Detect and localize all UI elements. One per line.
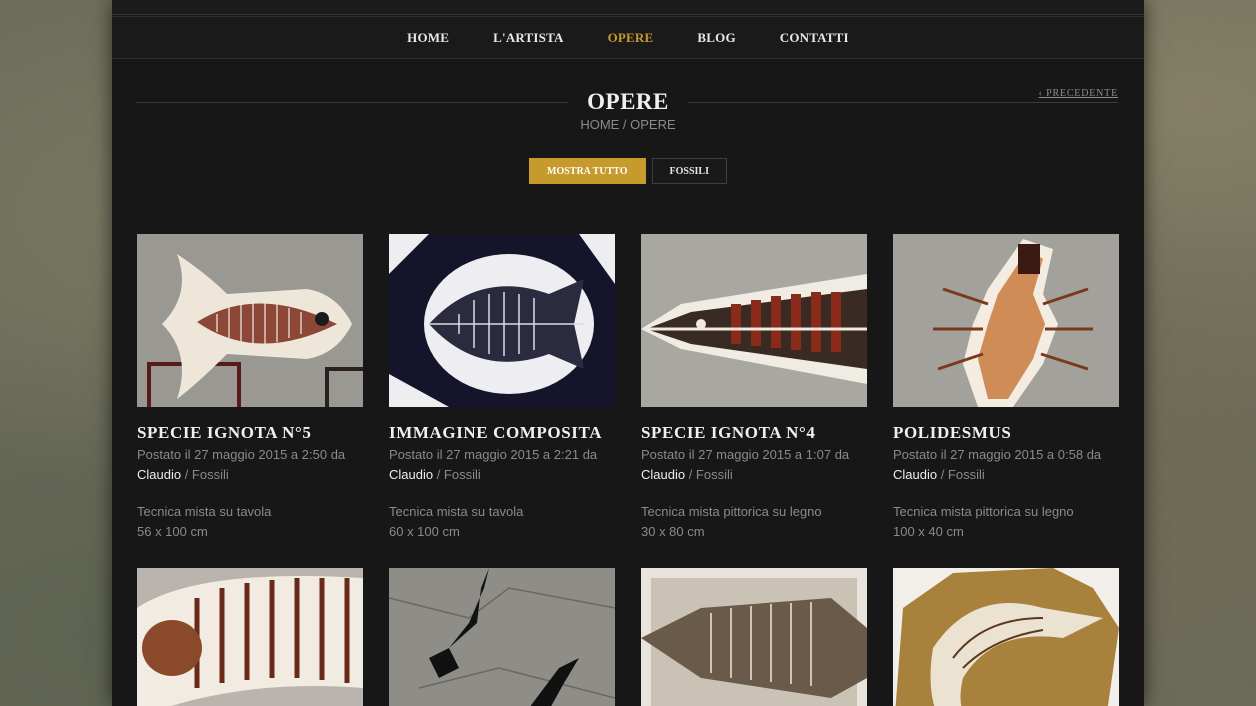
nav-item-opere[interactable]: OPERE (586, 30, 676, 46)
work-technique: Tecnica mista pittorica su legno (893, 504, 1074, 519)
work-thumbnail[interactable] (893, 568, 1119, 706)
work-title[interactable]: SPECIE IGNOTA N°4 (641, 423, 867, 443)
portfolio-filters: MOSTRA TUTTO FOSSILI (112, 158, 1144, 184)
work-technique: Tecnica mista pittorica su legno (641, 504, 822, 519)
nav-item-artista[interactable]: L'ARTISTA (471, 30, 585, 46)
work-technique: Tecnica mista su tavola (389, 504, 524, 519)
work-author-link[interactable]: Claudio (893, 467, 937, 482)
fossil-fish-plate-artwork-image (641, 568, 867, 706)
work-thumbnail[interactable] (893, 234, 1119, 407)
work-posted-date: Postato il 27 maggio 2015 a 2:21 da (389, 447, 598, 462)
previous-link[interactable]: ‹ PRECEDENTE (1039, 88, 1118, 99)
work-size: 100 x 40 cm (893, 524, 964, 539)
work-posted-date: Postato il 27 maggio 2015 a 2:50 da (137, 447, 346, 462)
work-author-link[interactable]: Claudio (137, 467, 181, 482)
work-size: 30 x 80 cm (641, 524, 705, 539)
work-thumbnail[interactable] (137, 568, 363, 706)
centipede-artwork-image (893, 234, 1119, 407)
work-category[interactable]: / Fossili (433, 467, 481, 482)
page-container: HOME L'ARTISTA OPERE BLOG CONTATTI OPERE… (112, 0, 1144, 706)
skeleton-fish-artwork-image (389, 234, 615, 407)
work-meta: Postato il 27 maggio 2015 a 0:58 da Clau… (893, 445, 1119, 485)
work-card: IMMAGINE COMPOSITA Postato il 27 maggio … (389, 234, 615, 542)
work-author-link[interactable]: Claudio (641, 467, 685, 482)
work-title[interactable]: IMMAGINE COMPOSITA (389, 423, 615, 443)
work-card: POLIDESMUS Postato il 27 maggio 2015 a 0… (893, 234, 1119, 542)
work-meta: Postato il 27 maggio 2015 a 2:50 da Clau… (137, 445, 363, 485)
work-posted-date: Postato il 27 maggio 2015 a 0:58 da (893, 447, 1102, 462)
filter-show-all-button[interactable]: MOSTRA TUTTO (529, 158, 646, 184)
reptile-fossil-artwork-image (893, 568, 1119, 706)
filter-fossils-button[interactable]: FOSSILI (651, 158, 727, 184)
work-thumbnail[interactable] (641, 234, 867, 407)
work-category[interactable]: / Fossili (937, 467, 985, 482)
work-size: 60 x 100 cm (389, 524, 460, 539)
work-card: SPECIE IGNOTA N°5 Postato il 27 maggio 2… (137, 234, 363, 542)
work-title[interactable]: POLIDESMUS (893, 423, 1119, 443)
work-card (893, 568, 1119, 706)
work-thumbnail[interactable] (137, 234, 363, 407)
main-nav: HOME L'ARTISTA OPERE BLOG CONTATTI (112, 16, 1144, 59)
work-thumbnail[interactable] (641, 568, 867, 706)
work-meta: Postato il 27 maggio 2015 a 1:07 da Clau… (641, 445, 867, 485)
work-description: Tecnica mista su tavola 56 x 100 cm (137, 502, 363, 542)
work-title[interactable]: SPECIE IGNOTA N°5 (137, 423, 363, 443)
top-bar (112, 0, 1144, 15)
breadcrumb[interactable]: HOME / OPERE (112, 117, 1144, 132)
work-description: Tecnica mista pittorica su legno 30 x 80… (641, 502, 867, 542)
nav-item-home[interactable]: HOME (385, 30, 471, 46)
nav-item-contatti[interactable]: CONTATTI (758, 30, 871, 46)
work-card (641, 568, 867, 706)
work-card (389, 568, 615, 706)
work-card: SPECIE IGNOTA N°4 Postato il 27 maggio 2… (641, 234, 867, 542)
work-category[interactable]: / Fossili (685, 467, 733, 482)
work-posted-date: Postato il 27 maggio 2015 a 1:07 da (641, 447, 850, 462)
work-category[interactable]: / Fossili (181, 467, 229, 482)
long-fish-artwork-image (641, 234, 867, 407)
fossil-slab-artwork-image (389, 568, 615, 706)
page-header: OPERE HOME / OPERE ‹ PRECEDENTE (112, 59, 1144, 139)
nav-item-blog[interactable]: BLOG (675, 30, 757, 46)
work-technique: Tecnica mista su tavola (137, 504, 272, 519)
work-description: Tecnica mista su tavola 60 x 100 cm (389, 502, 615, 542)
work-size: 56 x 100 cm (137, 524, 208, 539)
fossil-fish-artwork-image (137, 568, 363, 706)
work-thumbnail[interactable] (389, 234, 615, 407)
page-title: OPERE (587, 89, 669, 114)
work-author-link[interactable]: Claudio (389, 467, 433, 482)
work-description: Tecnica mista pittorica su legno 100 x 4… (893, 502, 1119, 542)
fish-artwork-image (137, 234, 363, 407)
work-card (137, 568, 363, 706)
work-meta: Postato il 27 maggio 2015 a 2:21 da Clau… (389, 445, 615, 485)
work-thumbnail[interactable] (389, 568, 615, 706)
